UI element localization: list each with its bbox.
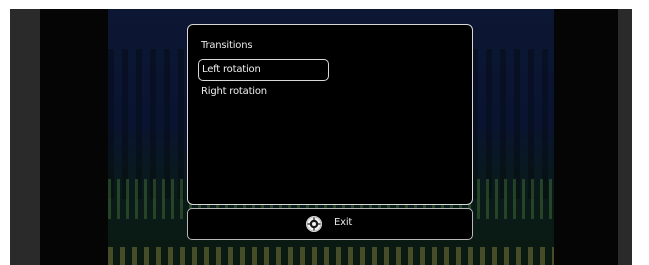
menu-option-label: Right rotation xyxy=(201,86,267,97)
menu-footer: Exit xyxy=(187,208,473,240)
transitions-menu: Transitions Left rotation Right rotation xyxy=(187,24,473,205)
tv-screen: Transitions Left rotation Right rotation… xyxy=(10,9,632,265)
menu-option-right-rotation[interactable]: Right rotation xyxy=(198,82,329,104)
exit-label[interactable]: Exit xyxy=(334,217,352,228)
right-letterbox xyxy=(618,9,632,265)
background-water-reflection xyxy=(108,247,554,265)
menu-option-label: Left rotation xyxy=(202,64,261,75)
menu-option-left-rotation[interactable]: Left rotation xyxy=(198,59,329,81)
controller-button-icon[interactable] xyxy=(306,216,322,232)
menu-title: Transitions xyxy=(201,40,253,51)
left-letterbox xyxy=(10,9,40,265)
